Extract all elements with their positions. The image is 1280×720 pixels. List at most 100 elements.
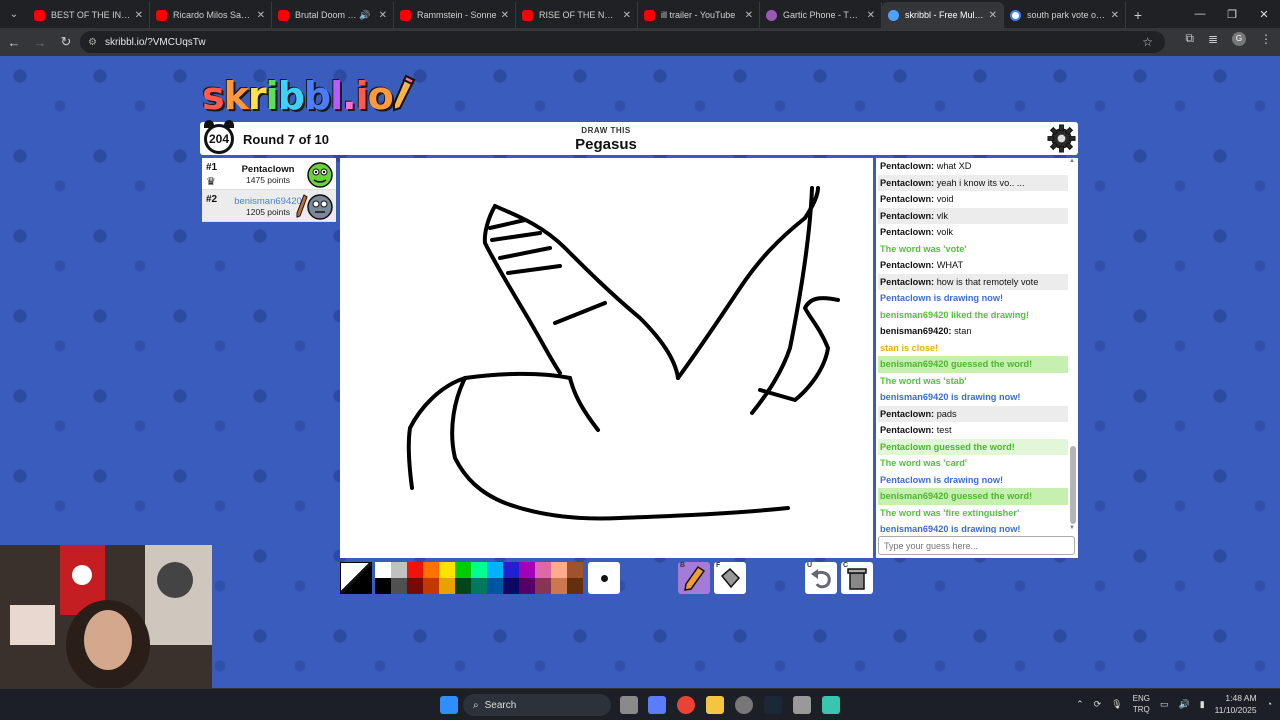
palette-color-swatch[interactable] [423,562,439,578]
palette-color-swatch[interactable] [551,578,567,594]
microphone-icon[interactable]: 🎙 [1111,699,1122,710]
chat-author: Pentaclown: [880,276,935,287]
browser-tab[interactable]: Brutal Doom - M 🔊 ✕ [272,2,394,28]
fill-tool-button[interactable]: F [714,562,746,594]
close-tab-icon[interactable]: ✕ [867,10,875,21]
scroll-down-arrow-icon[interactable]: ▼ [1069,525,1075,531]
bookmark-star-icon[interactable]: ☆ [1142,35,1153,49]
palette-color-swatch[interactable] [423,578,439,594]
palette-color-swatch[interactable] [455,578,471,594]
browser-tab[interactable]: RISE OF THE NORTH ✕ [516,2,638,28]
reload-button[interactable]: ↻ [54,30,78,54]
player-row[interactable]: #2 benisman69420 1205 points [202,190,336,222]
chat-messages[interactable]: Pentaclown: what XD Pentaclown: yeah i kn… [878,158,1068,533]
close-tab-icon[interactable]: ✕ [135,10,143,21]
palette-color-swatch[interactable] [519,578,535,594]
maximize-button[interactable]: ❐ [1216,0,1248,28]
player-row[interactable]: #1 ♛ Pentaclown 1475 points [202,158,336,190]
browser-tab[interactable]: skribbl - Free Multipl ✕ [882,2,1004,28]
palette-color-swatch[interactable] [439,578,455,594]
app-icon[interactable] [822,696,840,714]
palette-color-swatch[interactable] [407,578,423,594]
palette-color-swatch[interactable] [375,562,391,578]
tab-search-button[interactable]: ⌄ [0,0,28,28]
back-button[interactable]: ← [2,30,26,54]
palette-color-swatch[interactable] [375,578,391,594]
search-icon: ⌕ [473,699,479,711]
browser-tab[interactable]: south park vote or de ✕ [1004,2,1126,28]
chat-message: benisman69420 liked the drawing! [880,309,1030,320]
palette-color-swatch[interactable] [567,578,583,594]
settings-gear-icon[interactable] [1047,124,1076,153]
task-view-icon[interactable] [620,696,638,714]
windows-start-icon[interactable] [440,696,458,714]
scrollbar-thumb[interactable] [1070,446,1076,524]
taskbar-search[interactable]: ⌕ Search [463,694,611,716]
battery-icon[interactable]: ▮ [1200,699,1205,710]
guess-input[interactable] [878,536,1075,555]
close-tab-icon[interactable]: ✕ [379,10,387,21]
browser-tab[interactable]: BEST OF THE INTERNET ✕ [28,2,150,28]
clear-canvas-button[interactable]: C [841,562,873,594]
tray-chevron-icon[interactable]: ⌃ [1076,699,1084,710]
palette-color-swatch[interactable] [551,562,567,578]
new-tab-button[interactable]: + [1126,2,1150,28]
palette-color-swatch[interactable] [535,578,551,594]
palette-color-swatch[interactable] [503,578,519,594]
chat-author: Pentaclown: [880,425,935,435]
media-controls-icon[interactable]: ≣ [1208,32,1218,46]
palette-color-swatch[interactable] [471,578,487,594]
tray-sync-icon[interactable]: ⟳ [1094,699,1102,710]
close-window-button[interactable]: ✕ [1248,0,1280,28]
palette-color-swatch[interactable] [391,562,407,578]
close-tab-icon[interactable]: ✕ [257,10,265,21]
forward-button[interactable]: → [28,30,52,54]
palette-color-swatch[interactable] [471,562,487,578]
chrome-menu-icon[interactable]: ⋮ [1260,32,1272,46]
url-field[interactable]: ⚙ skribbl.io/?VMCUqsTw ☆ [80,31,1165,53]
palette-color-swatch[interactable] [503,562,519,578]
palette-color-swatch[interactable] [407,562,423,578]
close-tab-icon[interactable]: ✕ [623,10,631,21]
language-indicator[interactable]: ENG TRQ [1133,693,1150,715]
browser-tab[interactable]: Ricardo Milos Saves T ✕ [150,2,272,28]
browser-tab[interactable]: ill trailer - YouTube ✕ [638,2,760,28]
palette-color-swatch[interactable] [487,578,503,594]
chrome-icon[interactable] [677,696,695,714]
close-tab-icon[interactable]: ✕ [745,10,753,21]
close-tab-icon[interactable]: ✕ [1111,10,1119,21]
logo-letter: s [202,74,225,118]
close-tab-icon[interactable]: ✕ [989,10,997,21]
palette-color-swatch[interactable] [439,562,455,578]
palette-color-swatch[interactable] [455,562,471,578]
minimize-button[interactable]: — [1184,0,1216,28]
volume-icon[interactable]: 🔊 [1178,699,1189,710]
settings-icon[interactable] [793,696,811,714]
undo-button[interactable]: U [805,562,837,594]
palette-color-swatch[interactable] [567,562,583,578]
file-explorer-icon[interactable] [706,696,724,714]
notifications-icon[interactable]: ◔ [1267,699,1272,709]
taskbar-clock[interactable]: 1:48 AM 11/10/2025 [1215,692,1257,716]
profile-avatar[interactable]: G [1232,31,1246,46]
extensions-icon[interactable]: ⧉ [1185,31,1194,46]
copilot-icon[interactable] [648,696,666,714]
network-icon[interactable]: ▭ [1160,699,1169,710]
obs-icon[interactable] [735,696,753,714]
site-info-icon[interactable]: ⚙ [88,37,97,48]
drawing-canvas[interactable] [340,158,873,558]
browser-tab[interactable]: Rammstein - Sonne ✕ [394,2,516,28]
chat-scrollbar[interactable]: ▲ ▼ [1069,158,1076,533]
close-tab-icon[interactable]: ✕ [501,10,509,21]
palette-color-swatch[interactable] [535,562,551,578]
palette-color-swatch[interactable] [391,578,407,594]
palette-color-swatch[interactable] [487,562,503,578]
brush-tool-button[interactable]: B [678,562,710,594]
browser-tab[interactable]: Gartic Phone - The Te ✕ [760,2,882,28]
audio-playing-icon[interactable]: 🔊 [359,10,370,21]
current-color-swatch[interactable] [340,562,372,594]
brush-size-button[interactable] [588,562,620,594]
palette-color-swatch[interactable] [519,562,535,578]
scroll-up-arrow-icon[interactable]: ▲ [1069,158,1075,164]
steam-icon[interactable] [764,696,782,714]
